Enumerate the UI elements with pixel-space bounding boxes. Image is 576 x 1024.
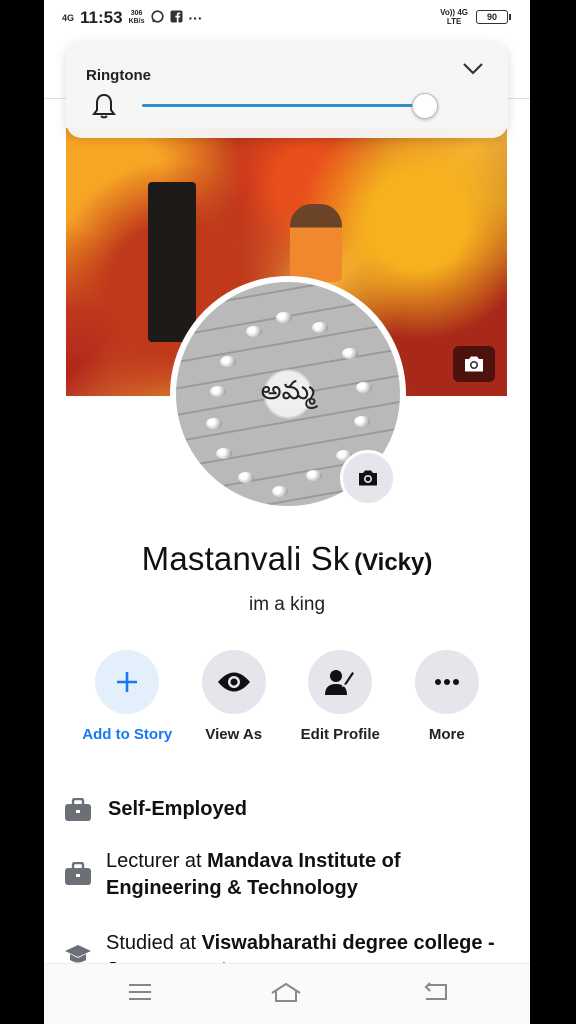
edit-profile-button[interactable]: Edit Profile (287, 650, 394, 743)
volume-slider-track[interactable] (142, 104, 428, 107)
whatsapp-icon (150, 10, 164, 26)
clock: 11:53 (80, 8, 123, 27)
bell-icon[interactable] (92, 92, 116, 125)
profile-nickname: (Vicky) (354, 549, 433, 576)
back-icon[interactable] (422, 982, 448, 1007)
eye-icon (217, 672, 250, 692)
profile-camera-button[interactable] (340, 450, 396, 506)
cover-camera-button[interactable] (453, 346, 495, 382)
graduation-cap-icon (64, 932, 92, 966)
cover-doorway (148, 182, 196, 342)
work-self-employed: Self-Employed (108, 798, 247, 820)
chevron-down-icon[interactable] (462, 62, 484, 81)
briefcase-icon (64, 850, 92, 891)
add-to-story-button[interactable]: Add to Story (74, 650, 181, 743)
status-bar: 4G 11:53 306 KB/s ··· Vo)) 4G LTE 90 (44, 0, 530, 34)
facebook-icon (170, 10, 183, 26)
detail-work-lecturer: Lecturer at Mandava Institute of Enginee… (64, 848, 504, 902)
volte-indicator: Vo)) 4G LTE (440, 8, 468, 26)
network-speed: 306 KB/s (128, 10, 145, 25)
more-label: More (428, 726, 465, 743)
plus-icon (117, 672, 138, 692)
camera-icon (359, 470, 377, 486)
more-notifications-icon: ··· (188, 10, 203, 26)
edit-profile-icon (325, 669, 357, 695)
volume-slider-thumb[interactable] (412, 93, 438, 119)
home-icon[interactable] (270, 982, 302, 1009)
view-as-button[interactable]: View As (181, 650, 288, 743)
cover-person (290, 204, 342, 282)
ringtone-volume-panel: Ringtone (66, 42, 508, 138)
education-prefix: Studied at (106, 932, 202, 954)
menu-icon[interactable] (128, 982, 152, 1007)
profile-name-text: Mastanvali Sk (141, 540, 350, 577)
add-to-story-label: Add to Story (82, 726, 173, 743)
battery-icon: 90 (476, 10, 511, 24)
work-prefix: Lecturer at (106, 850, 208, 872)
phone-screen: 4G 11:53 306 KB/s ··· Vo)) 4G LTE 90 అమ్… (44, 0, 530, 1024)
detail-education: Studied at Viswabharathi degree college … (64, 930, 504, 966)
more-button[interactable]: More (394, 650, 501, 743)
briefcase-icon (64, 797, 94, 827)
detail-work-self-employed: Self-Employed (64, 796, 504, 827)
edit-profile-label: Edit Profile (300, 726, 380, 743)
camera-icon (465, 356, 483, 372)
ringtone-label: Ringtone (86, 67, 151, 84)
more-icon (434, 679, 459, 685)
profile-actions: Add to Story View As Edit Profile More (74, 650, 500, 743)
system-navigation-bar (44, 963, 530, 1024)
network-indicator: 4G (62, 12, 75, 23)
profile-bio: im a king (248, 594, 326, 615)
profile-picture-caption: అమ్మ (260, 376, 316, 406)
profile-name: Mastanvali Sk (Vicky) (44, 540, 530, 578)
view-as-label: View As (205, 726, 263, 743)
